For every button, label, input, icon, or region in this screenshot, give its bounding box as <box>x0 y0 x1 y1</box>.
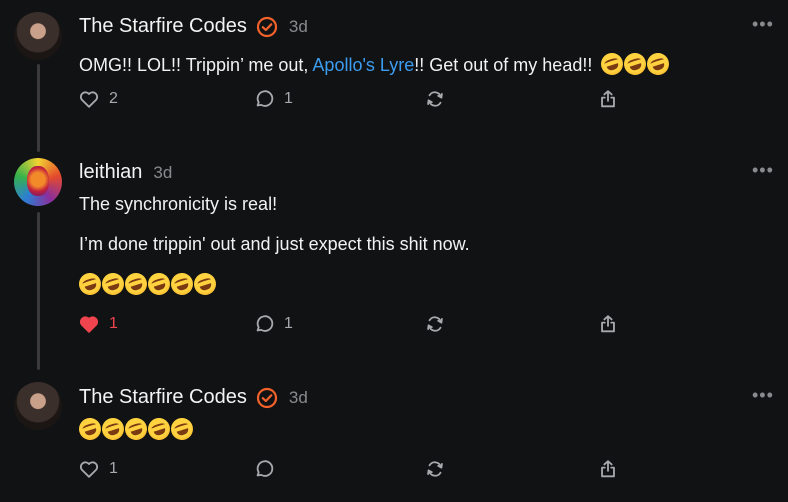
rolling-laughing-emoji-icon <box>191 270 219 298</box>
post-header: The Starfire Codes 3d <box>79 15 308 38</box>
repost-icon <box>427 316 443 332</box>
like-count: 1 <box>109 315 118 332</box>
verified-badge-icon <box>256 16 277 37</box>
repost-button[interactable] <box>424 313 446 335</box>
rolling-laughing-emoji-icon <box>76 270 104 298</box>
share-icon <box>601 460 615 478</box>
post-text: OMG!! LOL!! Trippin’ me out, Apollo's Ly… <box>79 49 673 78</box>
rolling-laughing-emoji-icon <box>99 270 127 298</box>
action-bar: 2 1 <box>78 88 618 112</box>
rolling-laughing-emoji-icon <box>644 50 673 78</box>
thread-line <box>37 212 40 370</box>
repost-icon <box>427 91 443 107</box>
comment-icon <box>256 90 274 107</box>
post-text-part: !! Get out of my head!! <box>414 55 593 75</box>
emoji-group <box>598 50 673 78</box>
rolling-laughing-emoji-icon <box>598 50 627 78</box>
rolling-laughing-emoji-icon <box>168 415 196 443</box>
timestamp[interactable]: 3d <box>289 17 308 37</box>
post-paragraph: I’m done trippin' out and just expect th… <box>79 234 470 254</box>
rolling-laughing-emoji-icon <box>76 415 104 443</box>
reply-count: 1 <box>284 315 293 332</box>
mention-link[interactable]: Apollo's Lyre <box>312 55 414 75</box>
like-button[interactable]: 1 <box>78 313 118 335</box>
emoji-group <box>76 270 219 298</box>
rolling-laughing-emoji-icon <box>122 415 150 443</box>
timestamp[interactable]: 3d <box>289 388 308 408</box>
heart-filled-icon <box>79 316 99 333</box>
rolling-laughing-emoji-icon <box>168 270 196 298</box>
share-icon <box>601 315 615 333</box>
reply-button[interactable] <box>253 458 284 480</box>
post-header: The Starfire Codes 3d <box>79 386 308 409</box>
username[interactable]: The Starfire Codes <box>79 15 247 38</box>
more-options-icon[interactable]: ••• <box>752 160 774 181</box>
comment-icon <box>256 460 274 477</box>
heart-icon <box>79 461 99 478</box>
post-text-part: OMG!! LOL!! Trippin’ me out, <box>79 55 313 75</box>
like-count: 1 <box>109 460 118 477</box>
reply-button[interactable]: 1 <box>253 313 293 335</box>
more-options-icon[interactable]: ••• <box>752 385 774 406</box>
reply-button[interactable]: 1 <box>253 88 293 110</box>
post-header: leithian 3d <box>79 161 172 184</box>
share-button[interactable] <box>597 458 619 480</box>
comment-icon <box>256 315 274 332</box>
rolling-laughing-emoji-icon <box>99 415 127 443</box>
rolling-laughing-emoji-icon <box>145 270 173 298</box>
rolling-laughing-emoji-icon <box>145 415 173 443</box>
post-paragraph: The synchronicity is real! <box>79 194 278 214</box>
share-button[interactable] <box>597 313 619 335</box>
timestamp[interactable]: 3d <box>153 163 172 183</box>
username[interactable]: The Starfire Codes <box>79 386 247 409</box>
more-options-icon[interactable]: ••• <box>752 14 774 35</box>
share-icon <box>601 90 615 108</box>
avatar[interactable] <box>14 382 62 430</box>
repost-button[interactable] <box>424 88 446 110</box>
thread-line <box>37 64 40 152</box>
reply-count: 1 <box>284 90 293 107</box>
avatar[interactable] <box>14 12 62 60</box>
like-count: 2 <box>109 90 118 107</box>
rolling-laughing-emoji-icon <box>621 50 650 78</box>
heart-icon <box>79 91 99 108</box>
like-button[interactable]: 1 <box>78 458 118 480</box>
username[interactable]: leithian <box>79 161 142 184</box>
emoji-group <box>76 415 196 443</box>
like-button[interactable]: 2 <box>78 88 118 110</box>
repost-button[interactable] <box>424 458 446 480</box>
repost-icon <box>427 461 443 477</box>
action-bar: 1 <box>78 458 618 482</box>
rolling-laughing-emoji-icon <box>122 270 150 298</box>
verified-badge-icon <box>256 387 277 408</box>
avatar[interactable] <box>14 158 62 206</box>
action-bar: 1 1 <box>78 313 618 337</box>
share-button[interactable] <box>597 88 619 110</box>
